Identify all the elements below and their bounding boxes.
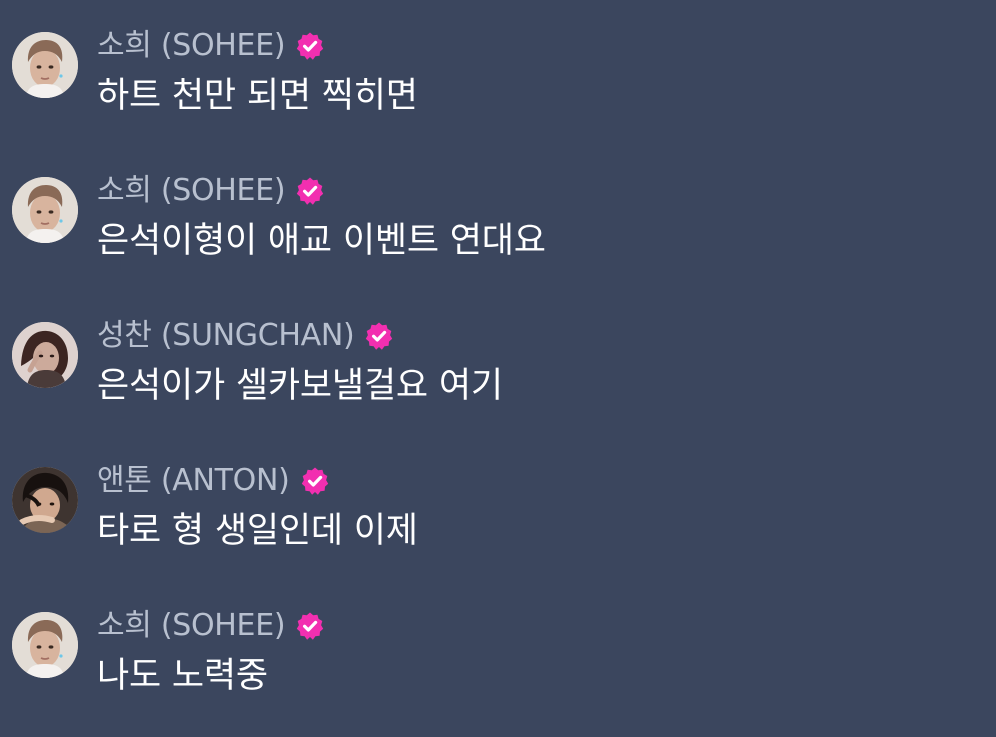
chat-message: 소희 (SOHEE) 은석이형이 애교 이벤트 연대요 <box>0 173 996 287</box>
sender-row: 소희 (SOHEE) <box>97 171 325 211</box>
sender-row: 성찬 (SUNGCHAN) <box>97 316 394 356</box>
anton-avatar[interactable] <box>12 467 78 533</box>
verified-badge-icon <box>295 611 325 641</box>
message-text: 하트 천만 되면 찍히면 <box>97 76 418 116</box>
chat-message: 앤톤 (ANTON) 타로 형 생일인데 이제 <box>0 463 996 577</box>
sender-row: 소희 (SOHEE) <box>97 26 325 66</box>
message-text: 타로 형 생일인데 이제 <box>97 511 418 551</box>
verified-badge-icon <box>300 466 330 496</box>
message-text: 은석이형이 애교 이벤트 연대요 <box>97 221 546 261</box>
sohee-avatar[interactable] <box>12 32 78 98</box>
sender-name[interactable]: 소희 (SOHEE) <box>97 606 286 646</box>
chat-message: 소희 (SOHEE) 나도 노력중 <box>0 608 996 722</box>
verified-badge-icon <box>295 31 325 61</box>
chat-message: 성찬 (SUNGCHAN) 은석이가 셀카보낼걸요 여기 <box>0 318 996 432</box>
message-text: 나도 노력중 <box>97 656 268 696</box>
sohee-avatar[interactable] <box>12 177 78 243</box>
sender-name[interactable]: 소희 (SOHEE) <box>97 171 286 211</box>
sender-row: 소희 (SOHEE) <box>97 606 325 646</box>
sender-name[interactable]: 소희 (SOHEE) <box>97 26 286 66</box>
verified-badge-icon <box>295 176 325 206</box>
sender-name[interactable]: 앤톤 (ANTON) <box>97 461 290 501</box>
sender-name[interactable]: 성찬 (SUNGCHAN) <box>97 316 355 356</box>
sohee-avatar[interactable] <box>12 612 78 678</box>
verified-badge-icon <box>364 321 394 351</box>
chat-message-list: 소희 (SOHEE) 하트 천만 되면 찍히면 소희 (SOHEE) 은석이형이… <box>0 0 996 737</box>
chat-message: 소희 (SOHEE) 하트 천만 되면 찍히면 <box>0 28 996 142</box>
sungchan-avatar[interactable] <box>12 322 78 388</box>
sender-row: 앤톤 (ANTON) <box>97 461 330 501</box>
message-text: 은석이가 셀카보낼걸요 여기 <box>97 366 503 406</box>
